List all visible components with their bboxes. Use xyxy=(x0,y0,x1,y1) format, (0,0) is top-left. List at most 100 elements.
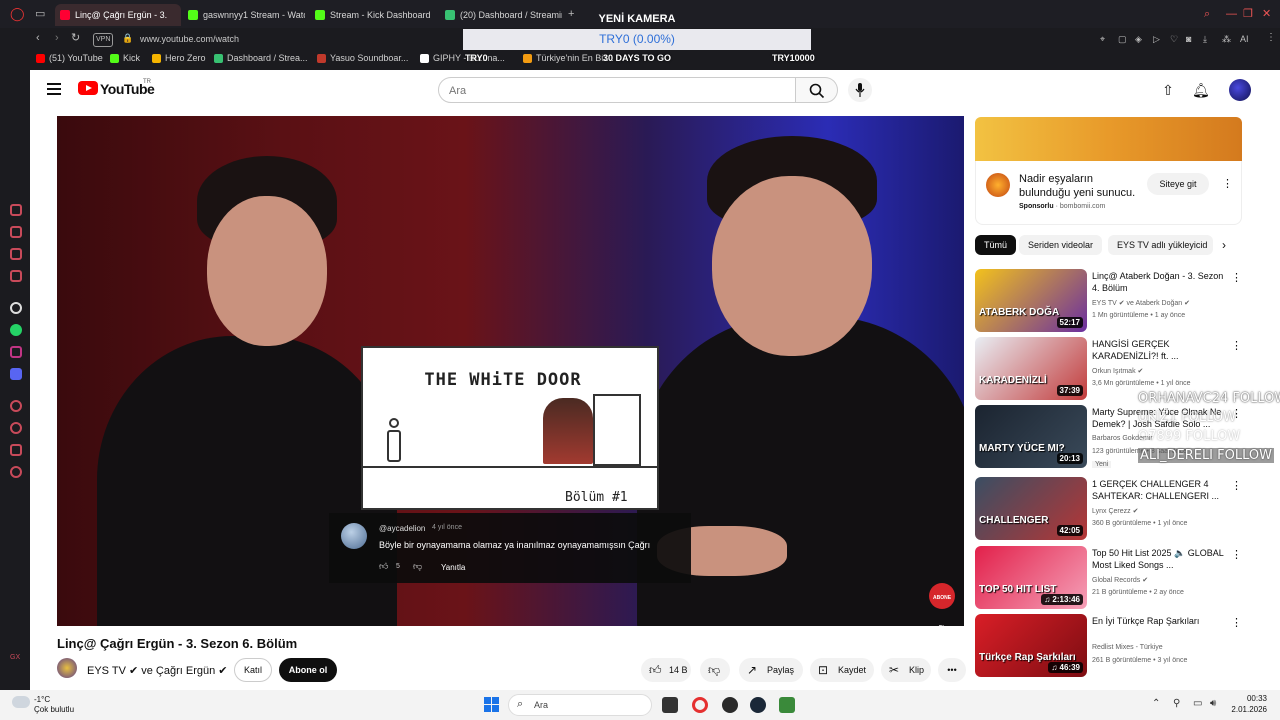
ad-card[interactable]: Nadir eşyaların bulunduğu yeni sunucu. S… xyxy=(975,161,1242,225)
more-options-icon[interactable]: ⋮ xyxy=(1231,479,1242,492)
taskbar-search[interactable]: ⌕ Ara xyxy=(508,694,652,716)
bookmark-item[interactable]: Hero Zero xyxy=(152,53,206,63)
close-window-icon[interactable]: ✕ xyxy=(1262,8,1271,20)
visit-site-button[interactable]: Siteye git xyxy=(1147,173,1209,195)
opera-logo-icon[interactable]: ◯ xyxy=(10,7,25,20)
tray-network-icon[interactable]: ▭ xyxy=(1193,698,1202,709)
discord-icon[interactable] xyxy=(10,368,22,380)
opera-gx-app-icon[interactable] xyxy=(692,697,708,713)
chip-series[interactable]: Seriden videolar xyxy=(1019,235,1103,255)
tray-chevron-icon[interactable]: ⌃ xyxy=(1152,698,1160,709)
video-channel[interactable]: EYS TV ✔ ve Ataberk Doğan ✔ xyxy=(1092,299,1190,307)
dislike-icon[interactable]: 👎︎ xyxy=(413,561,422,572)
steam-icon[interactable] xyxy=(750,697,766,713)
player-icon[interactable] xyxy=(10,400,22,412)
more-options-icon[interactable]: ⋮ xyxy=(1231,271,1242,284)
video-channel[interactable]: Global Records ✔ xyxy=(1092,576,1148,584)
search-input[interactable] xyxy=(449,82,769,100)
share-button[interactable]: ↗ Paylaş xyxy=(739,658,803,682)
tray-location-icon[interactable]: ⚲ xyxy=(1173,698,1180,709)
video-thumbnail[interactable]: CHALLENGER 42:05 xyxy=(975,477,1087,540)
youtube-logo-icon[interactable] xyxy=(78,81,98,95)
snapshot-icon[interactable]: ▢ xyxy=(1118,33,1127,45)
browser-tab[interactable]: Stream - Kick Dashboard xyxy=(310,4,436,26)
clock-icon[interactable] xyxy=(10,422,22,434)
recommended-video[interactable]: TOP 50 HIT LIST ♫ 2:13:46 Top 50 Hit List … xyxy=(975,546,1242,610)
hamburger-menu-icon[interactable] xyxy=(47,83,61,95)
video-thumbnail[interactable]: TOP 50 HIT LIST ♫ 2:13:46 xyxy=(975,546,1087,609)
menu-dots-icon[interactable]: ⋮ xyxy=(1266,32,1276,44)
browser-tab[interactable]: gaswnnyy1 Stream - Watc xyxy=(183,4,305,26)
account-avatar[interactable] xyxy=(1229,79,1251,101)
extensions-icon[interactable]: ⁂ xyxy=(1222,33,1231,45)
back-icon[interactable]: ‹ xyxy=(36,32,40,44)
weather-description[interactable]: Çok bulutlu xyxy=(34,705,74,714)
video-channel[interactable]: Lynx Çerezz ✔ xyxy=(1092,507,1138,515)
voice-search-button[interactable] xyxy=(848,78,872,102)
play-icon[interactable]: ▷ xyxy=(1153,33,1160,45)
like-button[interactable]: 👍︎ 14 B xyxy=(641,658,691,682)
download-icon[interactable]: ⤓ xyxy=(1203,33,1207,45)
recommended-video[interactable]: Türkçe Rap Şarkıları ♫ 46:39 En İyi Türkçe… xyxy=(975,614,1242,678)
chip-all[interactable]: Tümü xyxy=(975,235,1017,255)
messenger-icon[interactable] xyxy=(10,270,22,282)
maximize-icon[interactable]: ❐ xyxy=(1243,8,1253,20)
bookmark-item[interactable]: GIPHY - Bu...na... xyxy=(420,53,505,63)
bookmark-item[interactable]: (51) YouTube xyxy=(36,53,103,63)
ad-more-icon[interactable]: ⋮ xyxy=(1222,177,1233,190)
video-title[interactable]: HANGİSİ GERÇEK KARADENİZLİ?! ft. ... xyxy=(1092,338,1228,362)
video-thumbnail[interactable]: Türkçe Rap Şarkıları ♫ 46:39 xyxy=(975,614,1087,677)
wallet-icon[interactable] xyxy=(10,248,22,260)
bookmark-item[interactable]: Kick xyxy=(110,53,140,63)
chip-uploader[interactable]: EYS TV adlı yükleyicid xyxy=(1108,235,1213,255)
chevron-right-icon[interactable]: › xyxy=(1222,238,1226,252)
downloads-icon[interactable] xyxy=(10,226,22,238)
video-channel[interactable]: Orkun Işıtmak ✔ xyxy=(1092,367,1143,375)
clock-date[interactable]: 2.01.2026 xyxy=(1223,705,1267,714)
vpn-badge[interactable]: VPN xyxy=(93,33,114,47)
minimize-icon[interactable]: — xyxy=(1226,8,1237,20)
shield-icon[interactable]: ◈ xyxy=(1135,33,1142,45)
video-thumbnail[interactable]: ATABERK DOĞA 52:17 xyxy=(975,269,1087,332)
more-options-icon[interactable]: ⋮ xyxy=(1231,548,1242,561)
video-title[interactable]: Top 50 Hit List 2025 🔈 GLOBAL Most Liked… xyxy=(1092,547,1228,571)
tab-overview-icon[interactable]: ▭ xyxy=(35,8,45,20)
url-field[interactable]: www.youtube.com/watch xyxy=(140,33,239,45)
join-button[interactable]: Katıl xyxy=(234,658,272,682)
channel-avatar[interactable] xyxy=(57,658,77,678)
video-title[interactable]: En İyi Türkçe Rap Şarkıları xyxy=(1092,615,1228,627)
browser-tab[interactable]: Linç@ Çağrı Ergün - 3. xyxy=(55,4,181,26)
video-player[interactable]: THE WHiTE DOOR Bölüm #1 @aycadelion 4 yı… xyxy=(57,116,964,626)
history-icon[interactable] xyxy=(10,204,22,216)
heart-icon[interactable]: ♡ xyxy=(1170,33,1178,45)
ai-button[interactable]: AI xyxy=(1240,33,1249,45)
weather-temperature[interactable]: -1°C xyxy=(34,695,50,704)
cloud-icon[interactable] xyxy=(12,696,30,708)
recommended-video[interactable]: CHALLENGER 42:05 1 GERÇEK CHALLENGER 4 SAH… xyxy=(975,477,1242,541)
reply-button[interactable]: Yanıtla xyxy=(441,563,465,572)
gx-icon[interactable]: GX xyxy=(10,652,20,664)
more-options-icon[interactable]: ⋮ xyxy=(1231,616,1242,629)
camera-icon[interactable]: ◙ xyxy=(1186,33,1191,45)
more-actions-button[interactable]: ••• xyxy=(938,658,966,682)
video-channel[interactable]: Redlist Mixes - Türkiye xyxy=(1092,644,1163,651)
settings-icon[interactable] xyxy=(10,466,22,478)
bookmark-item[interactable]: Türkiye'nin En Bü... xyxy=(523,53,614,63)
video-thumbnail[interactable]: MARTY YÜCE MI? 20:13 xyxy=(975,405,1087,468)
tray-volume-icon[interactable]: 🔊︎ xyxy=(1210,698,1216,709)
like-icon[interactable]: 👍︎ xyxy=(379,561,388,572)
forward-icon[interactable]: › xyxy=(55,32,59,44)
pin-icon[interactable]: ⌖ xyxy=(1100,33,1105,45)
bookmark-item[interactable]: Yasuo Soundboar... xyxy=(317,53,408,63)
chatgpt-icon[interactable] xyxy=(10,302,22,314)
clock-time[interactable]: 00:33 xyxy=(1223,694,1267,703)
video-title[interactable]: 1 GERÇEK CHALLENGER 4 SAHTEKAR: CHALLENG… xyxy=(1092,478,1228,502)
dislike-button[interactable]: 👎︎ xyxy=(700,658,730,682)
search-button[interactable] xyxy=(796,77,838,103)
extension-puzzle-icon[interactable] xyxy=(10,444,22,456)
save-button[interactable]: ⊡ Kaydet xyxy=(810,658,874,682)
subscribe-button[interactable]: Abone ol xyxy=(279,658,337,682)
video-title[interactable]: Linç@ Ataberk Doğan - 3. Sezon 4. Bölüm xyxy=(1092,270,1228,294)
clip-button[interactable]: ✂ Klip xyxy=(881,658,931,682)
recommended-video[interactable]: ATABERK DOĞA 52:17 Linç@ Ataberk Doğan - 3… xyxy=(975,269,1242,333)
